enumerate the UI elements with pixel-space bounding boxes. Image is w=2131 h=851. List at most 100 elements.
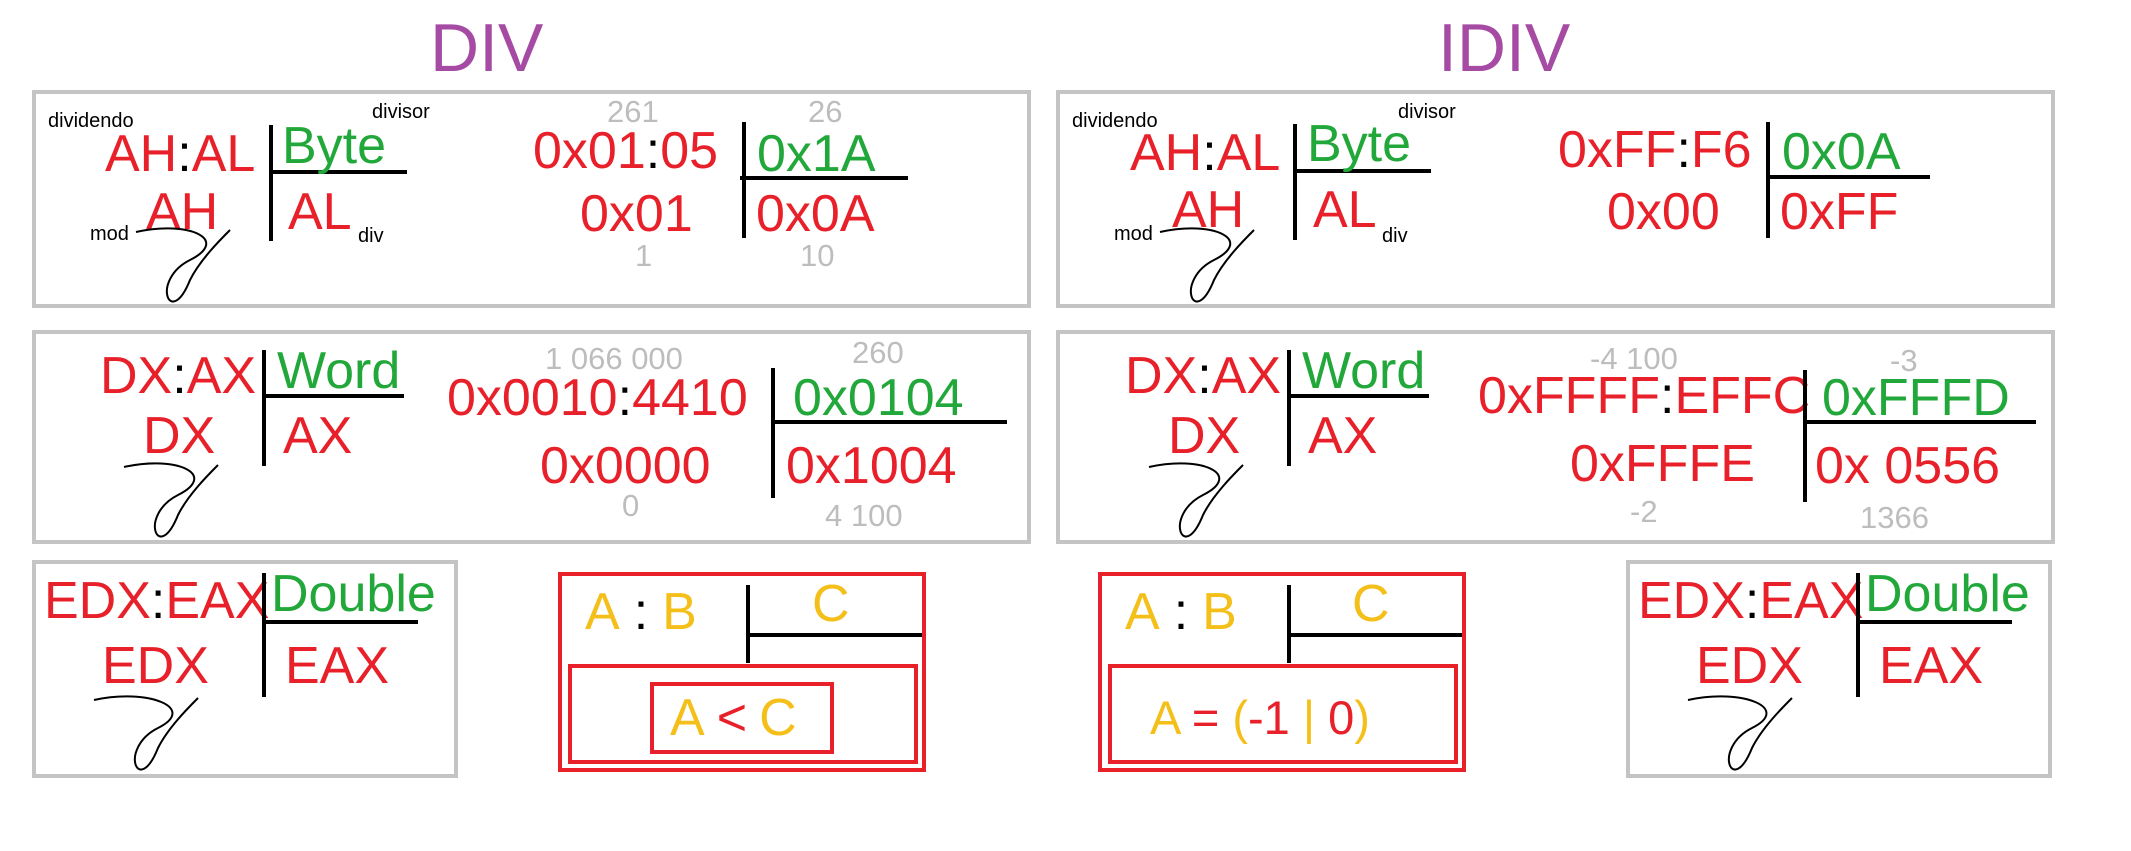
rule-c: C: [1352, 575, 1390, 633]
quotient-eax: EAX: [285, 637, 390, 695]
condition-a: A: [1150, 691, 1179, 744]
division-bar-vertical: [1287, 350, 1291, 466]
example-dividend-lo: 4410: [632, 369, 748, 427]
minus-one: -1: [1248, 691, 1290, 744]
operand-size-word: Word: [277, 342, 401, 400]
idiv-byte-dividend: AH:AL: [1130, 127, 1280, 179]
colon: :: [1173, 583, 1189, 641]
idiv-byte-example-dividend: 0xFF:F6: [1558, 124, 1752, 176]
example-quotient: 0xFF: [1780, 183, 1899, 241]
division-bar-horizontal: [746, 633, 922, 637]
register-dx: DX: [1125, 347, 1198, 405]
register-ah: AH: [1130, 124, 1203, 182]
example-divisor: 0x0104: [793, 369, 964, 427]
example-divisor: 0x0A: [1782, 123, 1901, 181]
less-than: <: [716, 689, 748, 747]
example-dividend-hi: 0xFF: [1558, 121, 1677, 179]
div-byte-dividend: AH:AL: [105, 128, 255, 180]
paren-close: ): [1354, 691, 1370, 744]
colon: :: [177, 125, 192, 183]
div-label: div: [1382, 225, 1408, 247]
register-al: AL: [191, 125, 256, 183]
colon: :: [150, 572, 166, 630]
example-quotient: 0x 0556: [1815, 437, 2001, 495]
rule-b: B: [662, 583, 697, 641]
register-al: AL: [1216, 124, 1281, 182]
division-bar-horizontal: [1287, 633, 1462, 637]
remainder-edx: EDX: [1696, 637, 1803, 695]
operand-size-double: Double: [271, 565, 436, 623]
example-divisor: 0xFFFD: [1822, 369, 2010, 427]
curl-arrow-icon: [1148, 462, 1244, 538]
colon: :: [172, 347, 187, 405]
operand-size-byte: Byte: [282, 117, 387, 175]
example-quotient: 0x0A: [756, 185, 875, 243]
paren-open: (: [1232, 691, 1248, 744]
colon: :: [645, 122, 661, 180]
operand-size-byte: Byte: [1307, 115, 1412, 173]
division-bar-vertical: [262, 573, 266, 697]
example-remainder: 0x0000: [540, 437, 711, 495]
mod-label: mod: [1114, 223, 1153, 245]
curl-arrow-icon: [135, 227, 231, 303]
division-bar-vertical: [1856, 573, 1860, 697]
division-bar-vertical: [771, 368, 775, 498]
register-dx: DX: [100, 347, 173, 405]
condition-c: C: [759, 689, 797, 747]
remainder-edx: EDX: [102, 637, 209, 695]
quotient-al: AL: [288, 183, 352, 241]
equals: =: [1191, 691, 1220, 744]
example-dividend-hi: 0x01: [533, 122, 646, 180]
condition-a: A: [670, 689, 705, 747]
example-dividend-lo: 05: [660, 122, 719, 180]
quotient-al: AL: [1313, 181, 1377, 239]
rule-a: A: [585, 583, 620, 641]
colon: :: [1659, 367, 1675, 425]
divisor-decimal: 26: [808, 94, 843, 129]
curl-arrow-icon: [1687, 695, 1793, 771]
division-bar-vertical: [269, 125, 273, 241]
quotient-decimal: 10: [800, 238, 835, 273]
division-bar-vertical: [1293, 124, 1297, 240]
rule-c: C: [812, 575, 850, 633]
idiv-word-example-dividend: 0xFFFF:EFFC: [1478, 370, 1810, 422]
div-byte-example-dividend: 0x01:05: [533, 125, 718, 177]
example-dividend-hi: 0xFFFF: [1478, 367, 1660, 425]
remainder-decimal: -2: [1630, 494, 1658, 529]
quotient-decimal: 4 100: [825, 498, 903, 533]
example-dividend-lo: EFFC: [1674, 367, 1811, 425]
curl-arrow-icon: [123, 462, 219, 538]
idiv-rule-dividend: A:B: [1125, 586, 1237, 638]
register-eax: EAX: [1759, 572, 1864, 630]
idiv-dword-dividend: EDX:EAX: [1638, 575, 1863, 627]
div-dword-dividend: EDX:EAX: [44, 575, 269, 627]
register-edx: EDX: [44, 572, 151, 630]
div-rule-dividend: A:B: [585, 586, 697, 638]
division-bar-vertical: [1287, 585, 1291, 663]
remainder-decimal: 1: [635, 238, 653, 273]
example-quotient: 0x1004: [786, 437, 957, 495]
idiv-title: IDIV: [1438, 10, 1571, 86]
quotient-decimal: 1366: [1860, 500, 1929, 535]
example-dividend-lo: F6: [1690, 121, 1752, 179]
colon: :: [1744, 572, 1760, 630]
div-word-example-dividend: 0x0010:4410: [447, 372, 748, 424]
example-dividend-hi: 0x0010: [447, 369, 618, 427]
div-label: div: [358, 225, 384, 247]
operand-size-word: Word: [1302, 342, 1426, 400]
division-bar-vertical: [746, 585, 750, 663]
curl-arrow-icon: [93, 695, 199, 771]
colon: :: [617, 369, 633, 427]
example-remainder: 0x00: [1607, 183, 1720, 241]
div-word-dividend: DX:AX: [100, 350, 256, 402]
register-ah: AH: [105, 125, 178, 183]
curl-arrow-icon: [1159, 227, 1255, 303]
quotient-ax: AX: [1308, 407, 1378, 465]
idiv-word-dividend: DX:AX: [1125, 350, 1281, 402]
example-remainder: 0x01: [580, 185, 693, 243]
example-divisor: 0x1A: [757, 125, 876, 183]
register-eax: EAX: [165, 572, 270, 630]
divisor-decimal: 260: [852, 335, 904, 370]
colon: :: [633, 583, 649, 641]
mod-label: mod: [90, 223, 129, 245]
